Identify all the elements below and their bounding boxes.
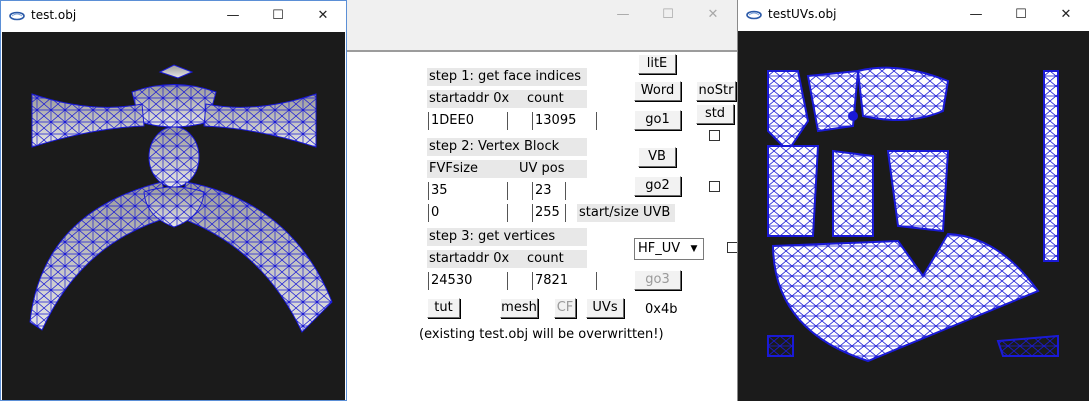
step2-fvfsize-field[interactable]: 35 xyxy=(428,182,508,200)
go3-button[interactable]: go3 xyxy=(634,270,681,290)
word-button[interactable]: Word xyxy=(634,81,681,101)
uv-layout xyxy=(767,66,1059,363)
step1-count-label: count xyxy=(525,90,587,108)
overwrite-warning: (existing test.obj will be overwritten!) xyxy=(419,327,664,342)
close-button[interactable]: ✕ xyxy=(1056,6,1076,24)
minimize-button[interactable]: — xyxy=(966,6,986,24)
uvb-start-field[interactable]: 0 xyxy=(428,204,508,222)
step3-count-label: count xyxy=(525,250,587,268)
uvb-size-field[interactable]: 255 xyxy=(532,204,566,222)
step2-fvfsize-label: FVFsize xyxy=(427,160,527,178)
step1-startaddr-field[interactable]: 1DEE0 xyxy=(428,112,508,130)
std-checkbox[interactable] xyxy=(709,130,720,141)
go2-checkbox[interactable] xyxy=(709,181,720,192)
maximize-button[interactable]: ☐ xyxy=(268,7,288,25)
step2-uvpos-field[interactable]: 23 xyxy=(532,182,566,200)
close-button[interactable]: ✕ xyxy=(313,7,333,25)
step3-heading: step 3: get vertices xyxy=(427,228,587,246)
panel-body: step 1: get face indices startaddr 0x co… xyxy=(347,50,738,401)
tool-panel-window: — ☐ ✕ step 1: get face indices startaddr… xyxy=(347,0,738,401)
nostr-button[interactable]: noStr xyxy=(696,81,736,101)
tut-button[interactable]: tut xyxy=(427,298,460,318)
step3-startaddr-field[interactable]: 24530 xyxy=(428,272,508,290)
step1-heading: step 1: get face indices xyxy=(427,68,587,86)
vb-button[interactable]: VB xyxy=(638,147,676,167)
app-logo-icon xyxy=(746,10,762,20)
step3-startaddr-label: startaddr 0x xyxy=(427,250,527,268)
step1-startaddr-label: startaddr 0x xyxy=(427,90,527,108)
step3-count-field[interactable]: 7821 xyxy=(532,272,597,290)
uv-viewer-window: testUVs.obj — ☐ ✕ xyxy=(737,0,1089,401)
step1-count-field[interactable]: 13095 xyxy=(532,112,597,130)
title-bar[interactable]: testUVs.obj — ☐ ✕ xyxy=(738,0,1089,30)
format-select-value: HF_UV xyxy=(638,241,681,256)
uv-viewport[interactable] xyxy=(738,31,1089,401)
maximize-button[interactable]: ☐ xyxy=(1011,6,1031,24)
maximize-button[interactable]: ☐ xyxy=(658,6,678,24)
uvb-label: start/size UVB xyxy=(577,204,675,222)
go1-button[interactable]: go1 xyxy=(634,110,681,130)
wireframe-model xyxy=(29,64,333,333)
mesh-button[interactable]: mesh xyxy=(500,298,538,318)
format-select[interactable]: HF_UV ▼ xyxy=(634,238,704,260)
chevron-down-icon[interactable]: ▼ xyxy=(687,241,701,257)
window-title: testUVs.obj xyxy=(768,7,837,21)
minimize-button[interactable]: — xyxy=(613,6,633,24)
3d-viewport[interactable] xyxy=(2,32,345,400)
minimize-button[interactable]: — xyxy=(223,7,243,25)
uvs-button[interactable]: UVs xyxy=(586,298,624,318)
step2-heading: step 2: Vertex Block xyxy=(427,138,587,156)
title-bar[interactable]: test.obj — ☐ ✕ xyxy=(1,1,346,31)
lite-button[interactable]: litE xyxy=(638,54,676,74)
hex-readout: 0x4b xyxy=(645,302,678,317)
app-logo-icon xyxy=(9,11,25,21)
std-button[interactable]: std xyxy=(696,104,734,124)
step2-uvpos-label: UV pos xyxy=(517,160,587,178)
cf-button[interactable]: CF xyxy=(554,298,576,318)
close-button[interactable]: ✕ xyxy=(703,6,723,24)
window-title: test.obj xyxy=(31,8,77,22)
mesh-viewer-window: test.obj — ☐ ✕ xyxy=(0,0,347,401)
go2-button[interactable]: go2 xyxy=(634,176,681,196)
